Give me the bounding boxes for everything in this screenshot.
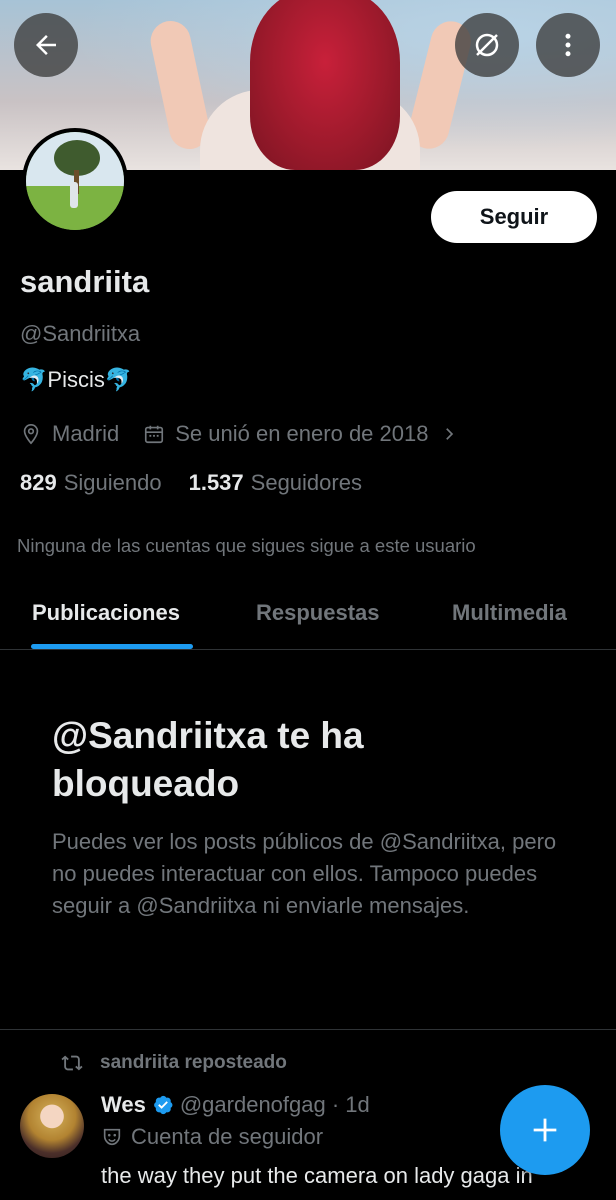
section-divider [0,1029,616,1030]
blocked-description: Puedes ver los posts públicos de @Sandri… [52,829,557,918]
following-count: 829 [20,470,57,495]
avatar-person [70,182,78,208]
more-options-button[interactable] [536,13,600,77]
post-author-handle: @gardenofgag · 1d [179,1092,370,1117]
profile-avatar[interactable] [22,128,128,234]
banner-hair [250,0,400,170]
following-link[interactable]: 829 Siguiendo [20,470,162,496]
calendar-icon [145,425,164,444]
location-item: Madrid [20,421,119,447]
tab-publicaciones[interactable]: Publicaciones [32,600,180,626]
follow-counts: 829 Siguiendo 1.537 Seguidores [20,470,389,496]
profile-meta: Madrid Se unió en enero de 2018 [20,419,458,449]
mutual-followers-text: Ninguna de las cuentas que sigues sigue … [17,535,476,556]
post-subtitle: Cuenta de seguidor [131,1124,324,1149]
verified-badge-icon [153,1095,173,1115]
joined-item[interactable]: Se unió en enero de 2018 [143,421,458,447]
slashed-circle-icon [475,33,499,57]
grok-button[interactable] [455,13,519,77]
following-label: Siguiendo [63,470,162,495]
followers-link[interactable]: 1.537 Seguidores [189,470,362,496]
tab-multimedia[interactable]: Multimedia [452,600,567,626]
back-button[interactable] [14,13,78,77]
active-tab-indicator [31,644,193,649]
theater-mask-icon [103,1128,121,1146]
arrow-left-icon [36,35,56,55]
tab-respuestas[interactable]: Respuestas [256,600,380,626]
post-subtitle-row: Cuenta de seguidor [101,1124,323,1150]
plus-icon [533,1118,557,1142]
joined-text: Se unió en enero de 2018 [175,421,429,446]
location-pin-icon [23,424,39,445]
repost-icon [61,1055,83,1071]
post-header: Wes @gardenofgag · 1d [101,1092,370,1118]
profile-bio: 🐬Piscis🐬 [20,367,133,392]
followers-label: Seguidores [250,470,362,495]
chevron-right-icon [446,428,454,440]
followers-count: 1.537 [188,470,244,495]
profile-tabs: Publicaciones Respuestas Multimedia [0,588,616,650]
post-author-avatar[interactable] [20,1094,84,1158]
profile-handle: @Sandriitxa [20,321,141,346]
follow-button[interactable]: Seguir [431,191,597,243]
location-text: Madrid [52,421,120,446]
repost-indicator: sandriita reposteado [60,1052,287,1074]
post-author-name[interactable]: Wes [101,1092,146,1118]
blocked-title: @Sandriitxa te ha bloqueado [52,715,364,804]
repost-label: sandriita reposteado [100,1052,287,1073]
vertical-dots-icon [565,33,571,57]
post-text: the way they put the camera on lady gaga… [101,1163,533,1188]
profile-name: sandriita [20,264,150,299]
compose-post-button[interactable] [500,1085,590,1175]
